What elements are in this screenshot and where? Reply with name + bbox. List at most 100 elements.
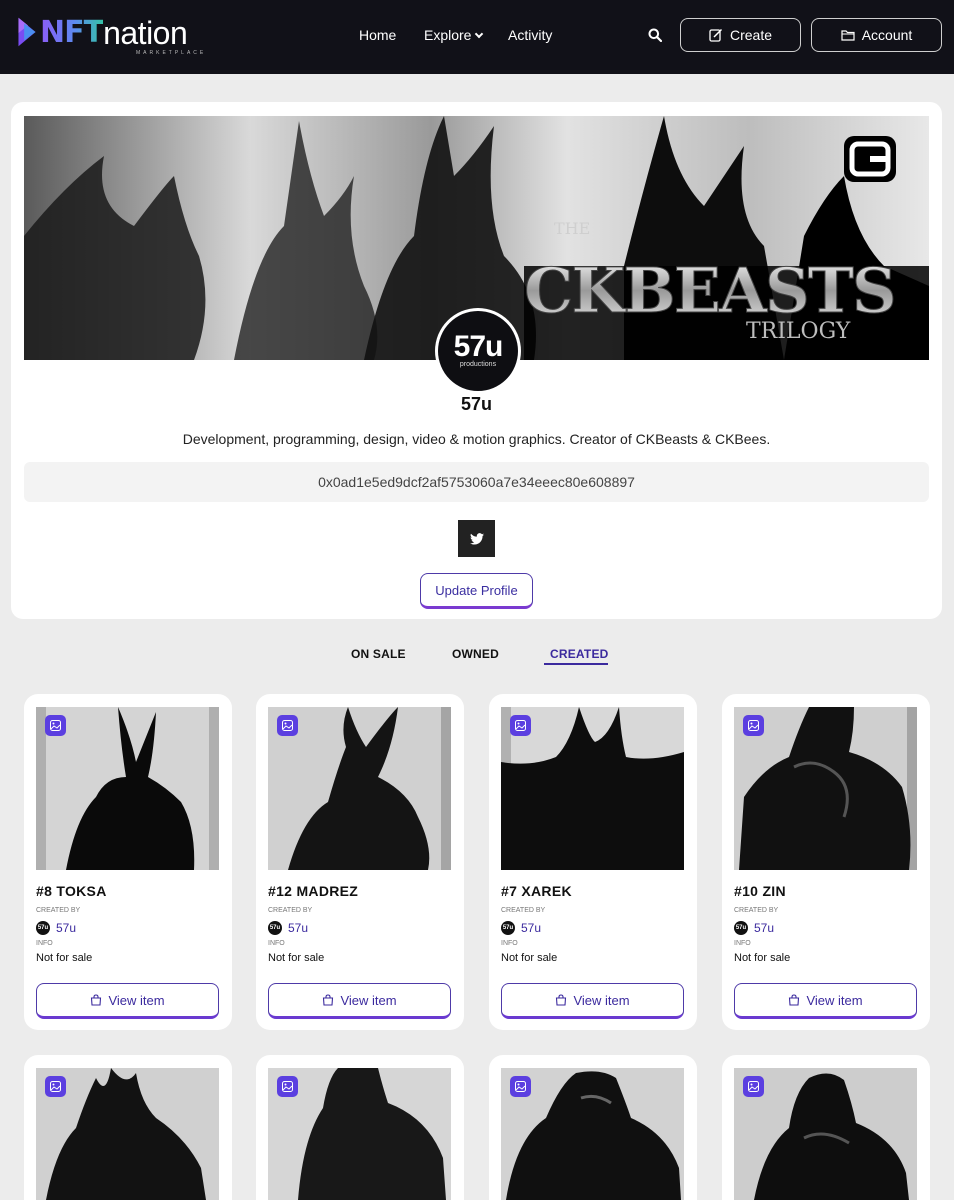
avatar-sub-text: productions [459,361,497,368]
creator-name[interactable]: 57u [288,921,308,935]
view-item-button[interactable]: View item [734,983,917,1019]
avatar-main-text: 57u [453,330,504,363]
banner-g-logo-icon [844,136,896,182]
view-item-button[interactable]: View item [36,983,219,1019]
created-by-label: CREATED BY [734,907,779,914]
create-button[interactable]: Create [680,18,801,52]
shopping-bag-icon [789,994,800,1006]
profile-username: 57u [460,394,493,414]
nav-home-link[interactable]: Home [359,26,396,44]
info-label: INFO [268,940,285,947]
twitter-icon [469,532,484,545]
logo-mark-icon [18,17,36,47]
banner-the-text: THE [554,219,590,238]
nav-explore-link[interactable]: Explore [424,26,484,44]
search-icon[interactable] [648,28,662,42]
nft-image[interactable] [268,707,451,870]
edit-icon [709,28,723,42]
nft-image[interactable] [501,1068,684,1200]
nft-title: #10 ZIN [734,883,786,899]
creator-avatar: 57u [36,921,50,935]
sale-status: Not for sale [268,952,325,964]
shopping-bag-icon [556,994,567,1006]
creator-avatar: 57u [734,921,748,935]
active-tab-indicator [544,663,608,665]
update-profile-button[interactable]: Update Profile [420,573,533,609]
nft-image[interactable] [36,707,219,870]
nft-image[interactable] [734,1068,917,1200]
profile-card: THE CKBEASTS TRILOGY 57u productions 57u… [11,102,942,619]
logo-nation-text: nation [103,15,188,51]
tab-owned[interactable]: OWNED [452,647,499,661]
image-icon [277,715,298,736]
nft-card[interactable] [256,1055,464,1200]
banner-subtitle-text: TRILOGY [746,319,851,344]
nav-explore-label: Explore [424,27,472,43]
wallet-address[interactable]: 0x0ad1e5ed9dcf2af5753060a7e34eeec80e6088… [24,462,929,502]
logo[interactable]: NFT nation MARKETPLACE [16,14,203,56]
sale-status: Not for sale [734,952,791,964]
image-icon [277,1076,298,1097]
account-button-label: Account [861,27,913,43]
nft-card[interactable]: #10 ZIN CREATED BY 57u 57u INFO Not for … [722,694,930,1030]
tab-on-sale[interactable]: ON SALE [351,647,406,661]
sale-status: Not for sale [501,952,558,964]
nav-activity-link[interactable]: Activity [508,26,552,44]
creator-row[interactable]: 57u 57u [501,921,541,935]
nft-card[interactable] [489,1055,697,1200]
nft-image[interactable] [36,1068,219,1200]
nft-card[interactable]: #7 XAREK CREATED BY 57u 57u INFO Not for… [489,694,697,1030]
view-item-label: View item [340,992,397,1008]
info-label: INFO [734,940,751,947]
nft-title: #7 XAREK [501,883,572,899]
tab-created[interactable]: CREATED [550,647,609,661]
shopping-bag-icon [323,994,334,1006]
view-item-label: View item [573,992,630,1008]
navbar: NFT nation MARKETPLACE Home Explore Acti… [0,0,954,74]
creator-name[interactable]: 57u [521,921,541,935]
creator-avatar: 57u [268,921,282,935]
nft-title: #8 TOKSA [36,883,107,899]
twitter-button[interactable] [458,520,495,557]
logo-nft-text: NFT [40,15,104,50]
chevron-down-icon [475,29,484,39]
image-icon [743,715,764,736]
created-by-label: CREATED BY [36,907,81,914]
nft-image[interactable] [734,707,917,870]
created-by-label: CREATED BY [268,907,313,914]
nft-card[interactable]: #8 TOKSA CREATED BY 57u 57u INFO Not for… [24,694,232,1030]
image-icon [510,715,531,736]
view-item-button[interactable]: View item [268,983,451,1019]
view-item-button[interactable]: View item [501,983,684,1019]
creator-name[interactable]: 57u [754,921,774,935]
shopping-bag-icon [91,994,102,1006]
account-button[interactable]: Account [811,18,942,52]
image-icon [45,1076,66,1097]
image-icon [45,715,66,736]
view-item-label: View item [108,992,165,1008]
logo-subtitle: MARKETPLACE [136,50,207,56]
image-icon [510,1076,531,1097]
nft-card[interactable] [24,1055,232,1200]
creator-avatar: 57u [501,921,515,935]
creator-row[interactable]: 57u 57u [734,921,774,935]
created-by-label: CREATED BY [501,907,546,914]
info-label: INFO [501,940,518,947]
sale-status: Not for sale [36,952,93,964]
view-item-label: View item [806,992,863,1008]
nft-image[interactable] [501,707,684,870]
nft-card[interactable]: #12 MADREZ CREATED BY 57u 57u INFO Not f… [256,694,464,1030]
creator-name[interactable]: 57u [56,921,76,935]
image-icon [743,1076,764,1097]
creator-row[interactable]: 57u 57u [36,921,76,935]
profile-bio: Development, programming, design, video … [182,431,771,447]
profile-avatar: 57u productions [435,308,521,394]
banner-title-text: CKBEASTS [524,254,895,327]
nft-image[interactable] [268,1068,451,1200]
nft-card[interactable] [722,1055,930,1200]
creator-row[interactable]: 57u 57u [268,921,308,935]
folder-icon [841,30,855,41]
info-label: INFO [36,940,53,947]
create-button-label: Create [729,27,773,43]
nft-title: #12 MADREZ [268,883,359,899]
